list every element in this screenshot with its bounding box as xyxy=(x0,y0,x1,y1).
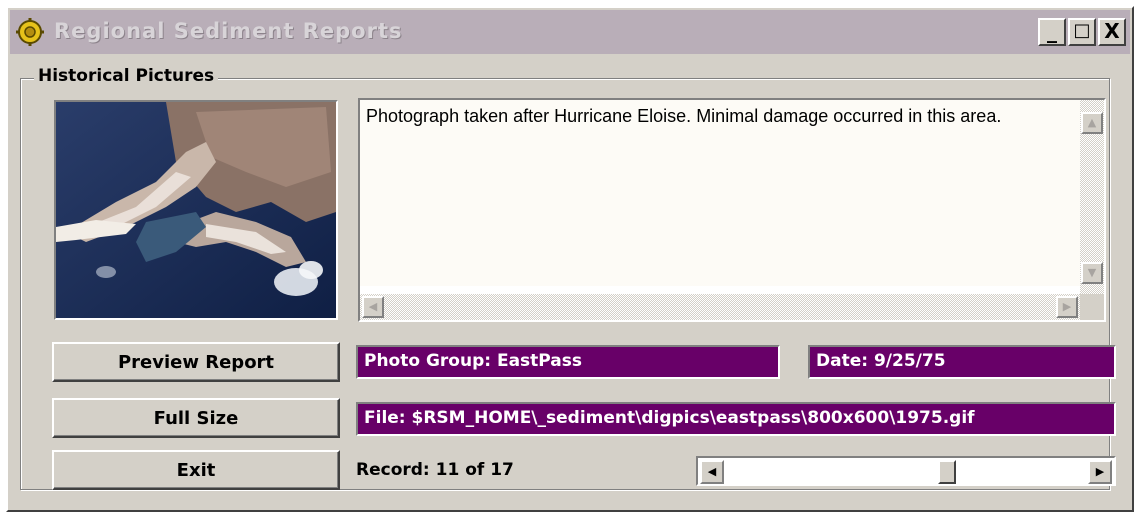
record-scrollbar[interactable]: ◀ ▶ xyxy=(696,456,1116,486)
date-field: Date: 9/25/75 xyxy=(808,345,1116,379)
description-text: Photograph taken after Hurricane Eloise.… xyxy=(366,106,1076,127)
group-label: Historical Pictures xyxy=(34,66,219,86)
close-button[interactable]: X xyxy=(1098,18,1126,46)
maximize-button[interactable]: □ xyxy=(1068,18,1096,46)
scroll-down-icon[interactable]: ▼ xyxy=(1081,262,1103,284)
horizontal-scrollbar[interactable]: ◀ ▶ xyxy=(360,294,1080,320)
record-slider-thumb[interactable] xyxy=(937,460,956,484)
aerial-photo xyxy=(54,100,338,320)
previous-record-icon[interactable]: ◀ xyxy=(700,460,724,484)
file-path-field: File: $RSM_HOME\_sediment\digpics\eastpa… xyxy=(356,402,1116,436)
aerial-photo-image xyxy=(56,102,336,318)
memo-background xyxy=(360,100,1080,286)
scroll-up-icon[interactable]: ▲ xyxy=(1081,112,1103,134)
scroll-left-icon[interactable]: ◀ xyxy=(362,296,384,318)
next-record-icon[interactable]: ▶ xyxy=(1088,460,1112,484)
scroll-right-icon[interactable]: ▶ xyxy=(1056,296,1078,318)
preview-report-button[interactable]: Preview Report xyxy=(52,342,340,382)
description-textarea[interactable]: Photograph taken after Hurricane Eloise.… xyxy=(358,98,1106,322)
title-bar[interactable]: Regional Sediment Reports _ □ X xyxy=(10,10,1130,54)
minimize-button[interactable]: _ xyxy=(1038,18,1066,46)
full-size-button[interactable]: Full Size xyxy=(52,398,340,438)
app-gear-icon xyxy=(16,18,44,46)
window-title: Regional Sediment Reports xyxy=(54,19,403,43)
exit-button[interactable]: Exit xyxy=(52,450,340,490)
photo-group-field: Photo Group: EastPass xyxy=(356,345,780,379)
record-counter: Record: 11 of 17 xyxy=(356,460,514,480)
scrollbar-corner xyxy=(1080,294,1104,320)
vertical-scrollbar[interactable]: ▲ ▼ xyxy=(1080,100,1104,296)
